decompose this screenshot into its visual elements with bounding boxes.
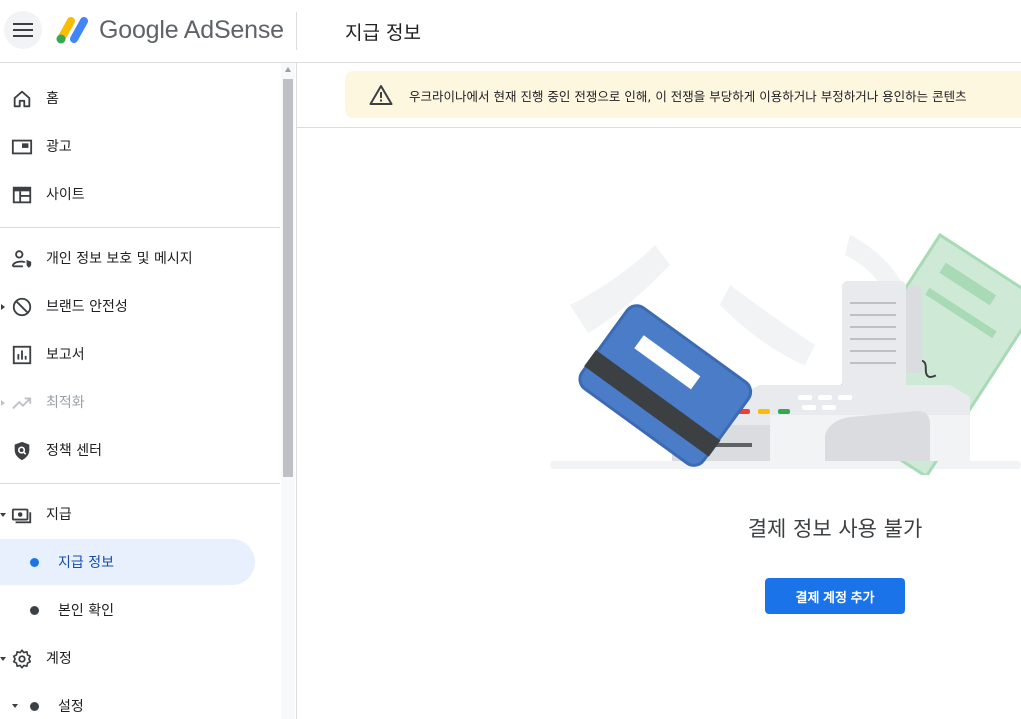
scroll-thumb[interactable] (283, 79, 293, 477)
sidebar-item-label: 광고 (46, 139, 72, 155)
sidebar-item-account[interactable]: 계정 (0, 636, 280, 682)
sidebar-subitem-label: 본인 확인 (58, 603, 114, 619)
warning-banner: 우크라이나에서 현재 진행 중인 전쟁으로 인해, 이 전쟁을 부당하게 이용하… (345, 71, 1021, 118)
app-header: Google AdSense 지급 정보 (0, 0, 1021, 63)
block-icon (12, 297, 32, 317)
sidebar-subitem-verification[interactable]: 본인 확인 (0, 587, 255, 633)
scroll-up-arrow-icon[interactable] (285, 67, 291, 72)
sidebar-item-label: 브랜드 안전성 (46, 299, 128, 315)
collapse-arrow-icon[interactable] (12, 704, 18, 708)
sidebar-item-ads[interactable]: 광고 (0, 124, 280, 170)
collapse-arrow-icon[interactable] (0, 513, 6, 517)
expand-arrow-icon[interactable] (1, 304, 5, 310)
sidebar-item-policy-center[interactable]: 정책 센터 (0, 428, 280, 474)
header-divider (296, 12, 297, 50)
sidebar-item-label: 계정 (46, 651, 72, 667)
sidebar-item-home[interactable]: 홈 (0, 76, 280, 122)
payment-illustration (550, 232, 1021, 475)
bullet-icon (30, 606, 39, 615)
sidebar-subitem-label: 설정 (58, 699, 84, 715)
sidebar-item-label: 개인 정보 보호 및 메시지 (46, 251, 193, 267)
collapse-arrow-icon[interactable] (0, 657, 6, 661)
sidebar-divider (0, 483, 280, 484)
bullet-icon (30, 558, 39, 567)
banner-area: 우크라이나에서 현재 진행 중인 전쟁으로 인해, 이 전쟁을 부당하게 이용하… (297, 63, 1021, 128)
banner-text: 우크라이나에서 현재 진행 중인 전쟁으로 인해, 이 전쟁을 부당하게 이용하… (409, 89, 967, 104)
payments-icon (11, 508, 32, 524)
sidebar-item-payments[interactable]: 지급 (0, 492, 280, 538)
menu-button[interactable] (4, 11, 42, 49)
gear-icon (12, 649, 32, 669)
sidebar-item-reports[interactable]: 보고서 (0, 332, 280, 378)
adsense-logo-icon[interactable] (54, 14, 90, 46)
sidebar-scrollbar[interactable] (281, 63, 295, 719)
privacy-messaging-icon (11, 250, 32, 268)
sidebar-subitem-settings[interactable]: 설정 (0, 683, 255, 719)
sidebar-divider (0, 227, 280, 228)
page-title: 지급 정보 (345, 22, 421, 44)
sidebar-item-brand-safety[interactable]: 브랜드 안전성 (0, 284, 280, 330)
sidebar-item-privacy-messaging[interactable]: 개인 정보 보호 및 메시지 (0, 236, 280, 282)
sidebar-item-label: 정책 센터 (46, 443, 102, 459)
home-icon (13, 90, 31, 108)
reports-icon (12, 345, 32, 365)
sites-icon (12, 186, 32, 204)
sidebar-subitem-payments-info[interactable]: 지급 정보 (0, 539, 255, 585)
policy-shield-icon (14, 441, 30, 461)
sidebar: 홈 광고 사이트 개인 정보 보호 및 메시지 브랜드 안전성 보고서 최적화 … (0, 63, 297, 719)
add-payment-account-button[interactable]: 결제 계정 추가 (765, 578, 905, 614)
expand-arrow-icon[interactable] (1, 400, 5, 406)
hamburger-menu-icon (13, 23, 33, 37)
sidebar-item-label: 최적화 (46, 395, 85, 411)
sidebar-item-label: 지급 (46, 507, 72, 523)
sidebar-item-label: 홈 (46, 91, 59, 107)
empty-state-title: 결제 정보 사용 불가 (747, 517, 923, 541)
sidebar-item-label: 사이트 (46, 187, 85, 203)
sidebar-subitem-label: 지급 정보 (58, 555, 114, 571)
sidebar-item-label: 보고서 (46, 347, 85, 363)
ads-icon (11, 139, 33, 155)
bullet-icon (30, 702, 39, 711)
trending-up-icon (12, 397, 32, 410)
warning-icon (369, 85, 393, 105)
sidebar-item-optimization[interactable]: 최적화 (0, 380, 280, 426)
sidebar-item-sites[interactable]: 사이트 (0, 172, 280, 218)
brand-name: Google AdSense (99, 16, 284, 44)
